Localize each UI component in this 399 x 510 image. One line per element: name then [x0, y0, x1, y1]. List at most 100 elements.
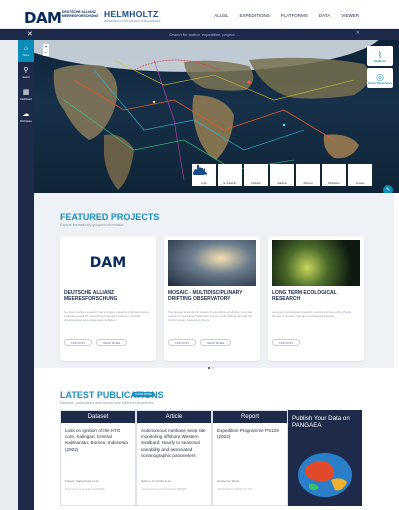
publication-author: Dølven, Knut Ola et al.: [141, 479, 172, 483]
platform-label: Argo: [201, 182, 207, 185]
publication-link[interactable]: www.frontiersin.org/articles/10.3389/FM: [141, 488, 187, 491]
card-title: DEUTSCHE ALLIANZ MEERESFORSCHUNG: [64, 290, 118, 302]
lter-card-image: [272, 240, 360, 286]
publication-type: Report: [213, 411, 287, 423]
publication-card-article[interactable]: Article Autonomous methane seep site mon…: [136, 410, 212, 506]
project-card-dam[interactable]: DAM DEUTSCHE ALLIANZ MEERESFORSCHUNG Ger…: [60, 236, 156, 361]
dam-logo-subtitle: DEUTSCHE ALLIANZ MEERESFORSCHUNG: [62, 10, 99, 18]
searover-card[interactable]: ⌇ SeaRover: [367, 46, 393, 66]
latest-publications-section: LATEST PUBLICATIONS SHOW MORE Datasets, …: [34, 378, 399, 510]
home-icon: ⌂: [23, 45, 29, 52]
top-header: DAM DEUTSCHE ALLIANZ MEERESFORSCHUNG HEL…: [0, 0, 399, 29]
ship-icon: [194, 168, 206, 175]
carousel-dot-active[interactable]: [208, 367, 210, 369]
globe-icon: [298, 453, 352, 497]
card-title: MOSAIC - MULTIDISCIPLINARY DRIFTING OBSE…: [168, 290, 243, 302]
platform-polarstern[interactable]: Polarstern: [193, 164, 346, 186]
sidebar-item-label: Dashboard: [20, 98, 32, 101]
pangaea-promo-card[interactable]: Publish Your Data on PANGAEA: [288, 410, 362, 506]
clear-search-icon[interactable]: ✕: [356, 30, 360, 36]
dam-logo[interactable]: DAM: [24, 9, 62, 27]
cloud-icon: ☁: [22, 111, 30, 118]
left-gutter: [0, 40, 18, 510]
ocean-observatory-card[interactable]: ◎ Ocean Observatory: [367, 68, 393, 88]
platform-label: Polarstern: [328, 182, 340, 185]
platform-label: Cruises: [355, 182, 365, 185]
show-more-button[interactable]: SHOW MORE: [132, 392, 155, 397]
read-more-button[interactable]: READ MORE: [200, 339, 232, 346]
dam-logo-image: DAM: [89, 255, 127, 271]
platform-label: E. Antarctic: [223, 182, 237, 185]
helmholtz-logo[interactable]: HELMHOLTZ: [104, 9, 158, 19]
sidebar-item-label: Workspace: [20, 120, 32, 123]
nav-item-platforms[interactable]: PLATFORMS: [281, 13, 308, 18]
publication-card-dataset[interactable]: Dataset Loss on ignition of the KTG core…: [60, 410, 136, 506]
close-icon[interactable]: ✕: [27, 30, 33, 38]
publication-link[interactable]: https://doi.pangaea.de/10.1594/PA: [65, 488, 105, 491]
mosaic-card-image: [168, 240, 256, 286]
platform-filter-bar: Argo E. Antarctic Vehicles Stations Moor…: [192, 164, 372, 186]
sidebar-item-label: Search: [22, 76, 30, 79]
find-data-button[interactable]: FIND DATA: [272, 339, 301, 346]
zoom-control[interactable]: + −: [43, 44, 49, 56]
chat-icon[interactable]: ✎: [383, 185, 393, 193]
read-more-button[interactable]: READ MORE: [96, 339, 128, 346]
search-input[interactable]: [169, 31, 349, 38]
project-card-mosaic[interactable]: MOSAIC - MULTIDISCIPLINARY DRIFTING OBSE…: [164, 236, 260, 361]
main-nav: ALUSL EXPEDITIONS PLATFORMS DATA VIEWER: [214, 13, 359, 18]
ocean-observatory-label: Ocean Observatory: [368, 81, 392, 85]
publications-subtitle: Datasets, publications and reports from …: [60, 401, 154, 405]
project-card-lter[interactable]: LONG TERM ECOLOGICAL RESEARCH Long-term …: [268, 236, 364, 361]
card-title: LONG TERM ECOLOGICAL RESEARCH: [272, 290, 337, 302]
publication-link[interactable]: hdl:10013/epic.0@PUnJvc1lz0: [217, 488, 252, 491]
platform-label: Stations: [277, 182, 287, 185]
helmholtz-tagline: RESEARCH FOR GRAND CHALLENGES: [104, 19, 161, 23]
nav-item-viewer[interactable]: VIEWER: [341, 13, 359, 18]
platform-label: Vehicles: [251, 182, 261, 185]
dashboard-icon: ▦: [22, 89, 30, 96]
world-map[interactable]: + − ⌇ SeaRover ◎ Ocean Observatory Argo …: [34, 40, 399, 193]
nav-item-alusl[interactable]: ALUSL: [214, 13, 228, 18]
publication-title[interactable]: Loss on ignition of the KTG core, Kaling…: [61, 423, 135, 453]
search-icon: ⚲: [23, 67, 29, 74]
signal-waves-icon: ⌇: [377, 49, 383, 60]
platform-cruises[interactable]: Cruises: [194, 164, 372, 186]
sidebar-item-search[interactable]: ⚲ Search: [18, 62, 34, 84]
carousel-dot[interactable]: [212, 367, 214, 369]
nav-item-expeditions[interactable]: EXPEDITIONS: [239, 13, 269, 18]
right-scroll-edge: [394, 193, 399, 510]
sidebar: ⌂ Home ⚲ Search ▦ Dashboard ☁ Workspace: [18, 40, 34, 510]
sidebar-item-workspace[interactable]: ☁ Workspace: [18, 106, 34, 128]
publication-title[interactable]: Expedition Programme PS129 (2022): [213, 423, 287, 440]
platform-vehicles[interactable]: Vehicles: [193, 164, 268, 186]
find-data-button[interactable]: FIND DATA: [64, 339, 93, 346]
publication-type: Dataset: [61, 411, 135, 423]
featured-title: FEATURED PROJECTS: [60, 212, 160, 222]
search-bar: ✕ ✕: [0, 29, 399, 40]
card-description: German marine research has a unique netw…: [64, 310, 150, 322]
publication-author: Hoppema, Mario: [217, 479, 240, 483]
publication-type: Article: [137, 411, 211, 423]
carousel-dots: [208, 367, 214, 369]
platform-e-antarctic[interactable]: E. Antarctic: [194, 164, 242, 186]
card-description: The largest scale Arctic research expedi…: [168, 310, 253, 322]
publication-author: Kayani, Katka Kepp et al.: [65, 479, 99, 483]
sidebar-item-home[interactable]: ⌂ Home: [18, 40, 34, 62]
searover-label: SeaRover: [374, 59, 386, 63]
platform-stations[interactable]: Stations: [193, 164, 294, 186]
nav-item-data[interactable]: DATA: [319, 13, 330, 18]
sidebar-item-dashboard[interactable]: ▦ Dashboard: [18, 84, 34, 106]
publication-title[interactable]: Autonomous methane seep site monitoring …: [137, 423, 211, 459]
broadcast-icon: ◎: [376, 71, 384, 82]
featured-subtitle: Explore thematically grouped information: [60, 223, 124, 227]
pangaea-title: Publish Your Data on PANGAEA: [292, 415, 350, 429]
find-data-button[interactable]: FIND DATA: [168, 339, 197, 346]
publication-card-report[interactable]: Report Expedition Programme PS129 (2022)…: [212, 410, 288, 506]
zoom-out-button[interactable]: −: [43, 50, 49, 56]
platform-label: Moored: [303, 182, 313, 185]
dam-card-image: DAM: [64, 240, 152, 286]
platform-moored[interactable]: Moored: [193, 164, 320, 186]
featured-projects-section: FEATURED PROJECTS Explore thematically g…: [34, 193, 399, 369]
sidebar-item-label: Home: [22, 54, 30, 57]
card-description: Long-term ecological research monitors a…: [272, 310, 352, 318]
